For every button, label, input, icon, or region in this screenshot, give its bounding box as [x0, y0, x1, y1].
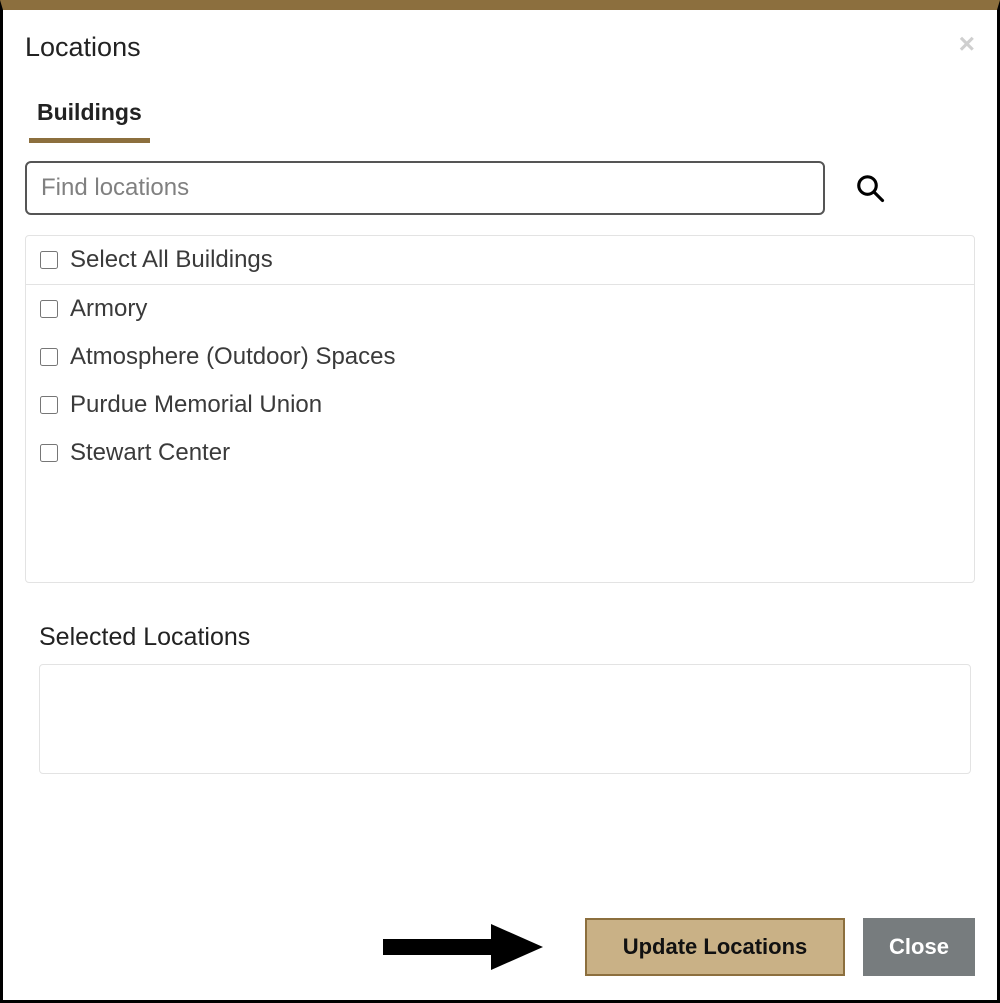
selected-locations-heading: Selected Locations — [39, 623, 975, 652]
locations-modal: Locations × Buildings Select All Buildin… — [0, 0, 1000, 1003]
tabs: Buildings — [25, 95, 975, 143]
modal-header: Locations × — [25, 30, 975, 73]
tab-buildings[interactable]: Buildings — [29, 95, 150, 143]
list-item[interactable]: Purdue Memorial Union — [26, 381, 974, 429]
close-button[interactable]: Close — [863, 918, 975, 976]
modal-footer: Update Locations Close — [585, 918, 975, 976]
modal-title: Locations — [25, 30, 141, 73]
close-icon[interactable]: × — [959, 30, 975, 58]
checkbox[interactable] — [40, 396, 58, 414]
search-icon[interactable] — [855, 173, 885, 203]
list-item-label: Atmosphere (Outdoor) Spaces — [70, 343, 396, 371]
checkbox[interactable] — [40, 300, 58, 318]
list-item-select-all[interactable]: Select All Buildings — [26, 236, 974, 285]
checkbox[interactable] — [40, 444, 58, 462]
list-item[interactable]: Stewart Center — [26, 429, 974, 477]
search-input[interactable] — [25, 161, 825, 215]
buildings-list-panel: Select All Buildings Armory Atmosphere (… — [25, 235, 975, 583]
update-locations-button[interactable]: Update Locations — [585, 918, 845, 976]
list-item-label: Armory — [70, 295, 147, 323]
annotation-arrow-icon — [383, 924, 543, 970]
list-item-label: Stewart Center — [70, 439, 230, 467]
selected-locations-box — [39, 664, 971, 774]
checkbox[interactable] — [40, 348, 58, 366]
list-item-label: Purdue Memorial Union — [70, 391, 322, 419]
list-item[interactable]: Atmosphere (Outdoor) Spaces — [26, 333, 974, 381]
checkbox-select-all[interactable] — [40, 251, 58, 269]
list-item-label: Select All Buildings — [70, 246, 273, 274]
list-item[interactable]: Armory — [26, 285, 974, 333]
search-row — [25, 161, 975, 215]
